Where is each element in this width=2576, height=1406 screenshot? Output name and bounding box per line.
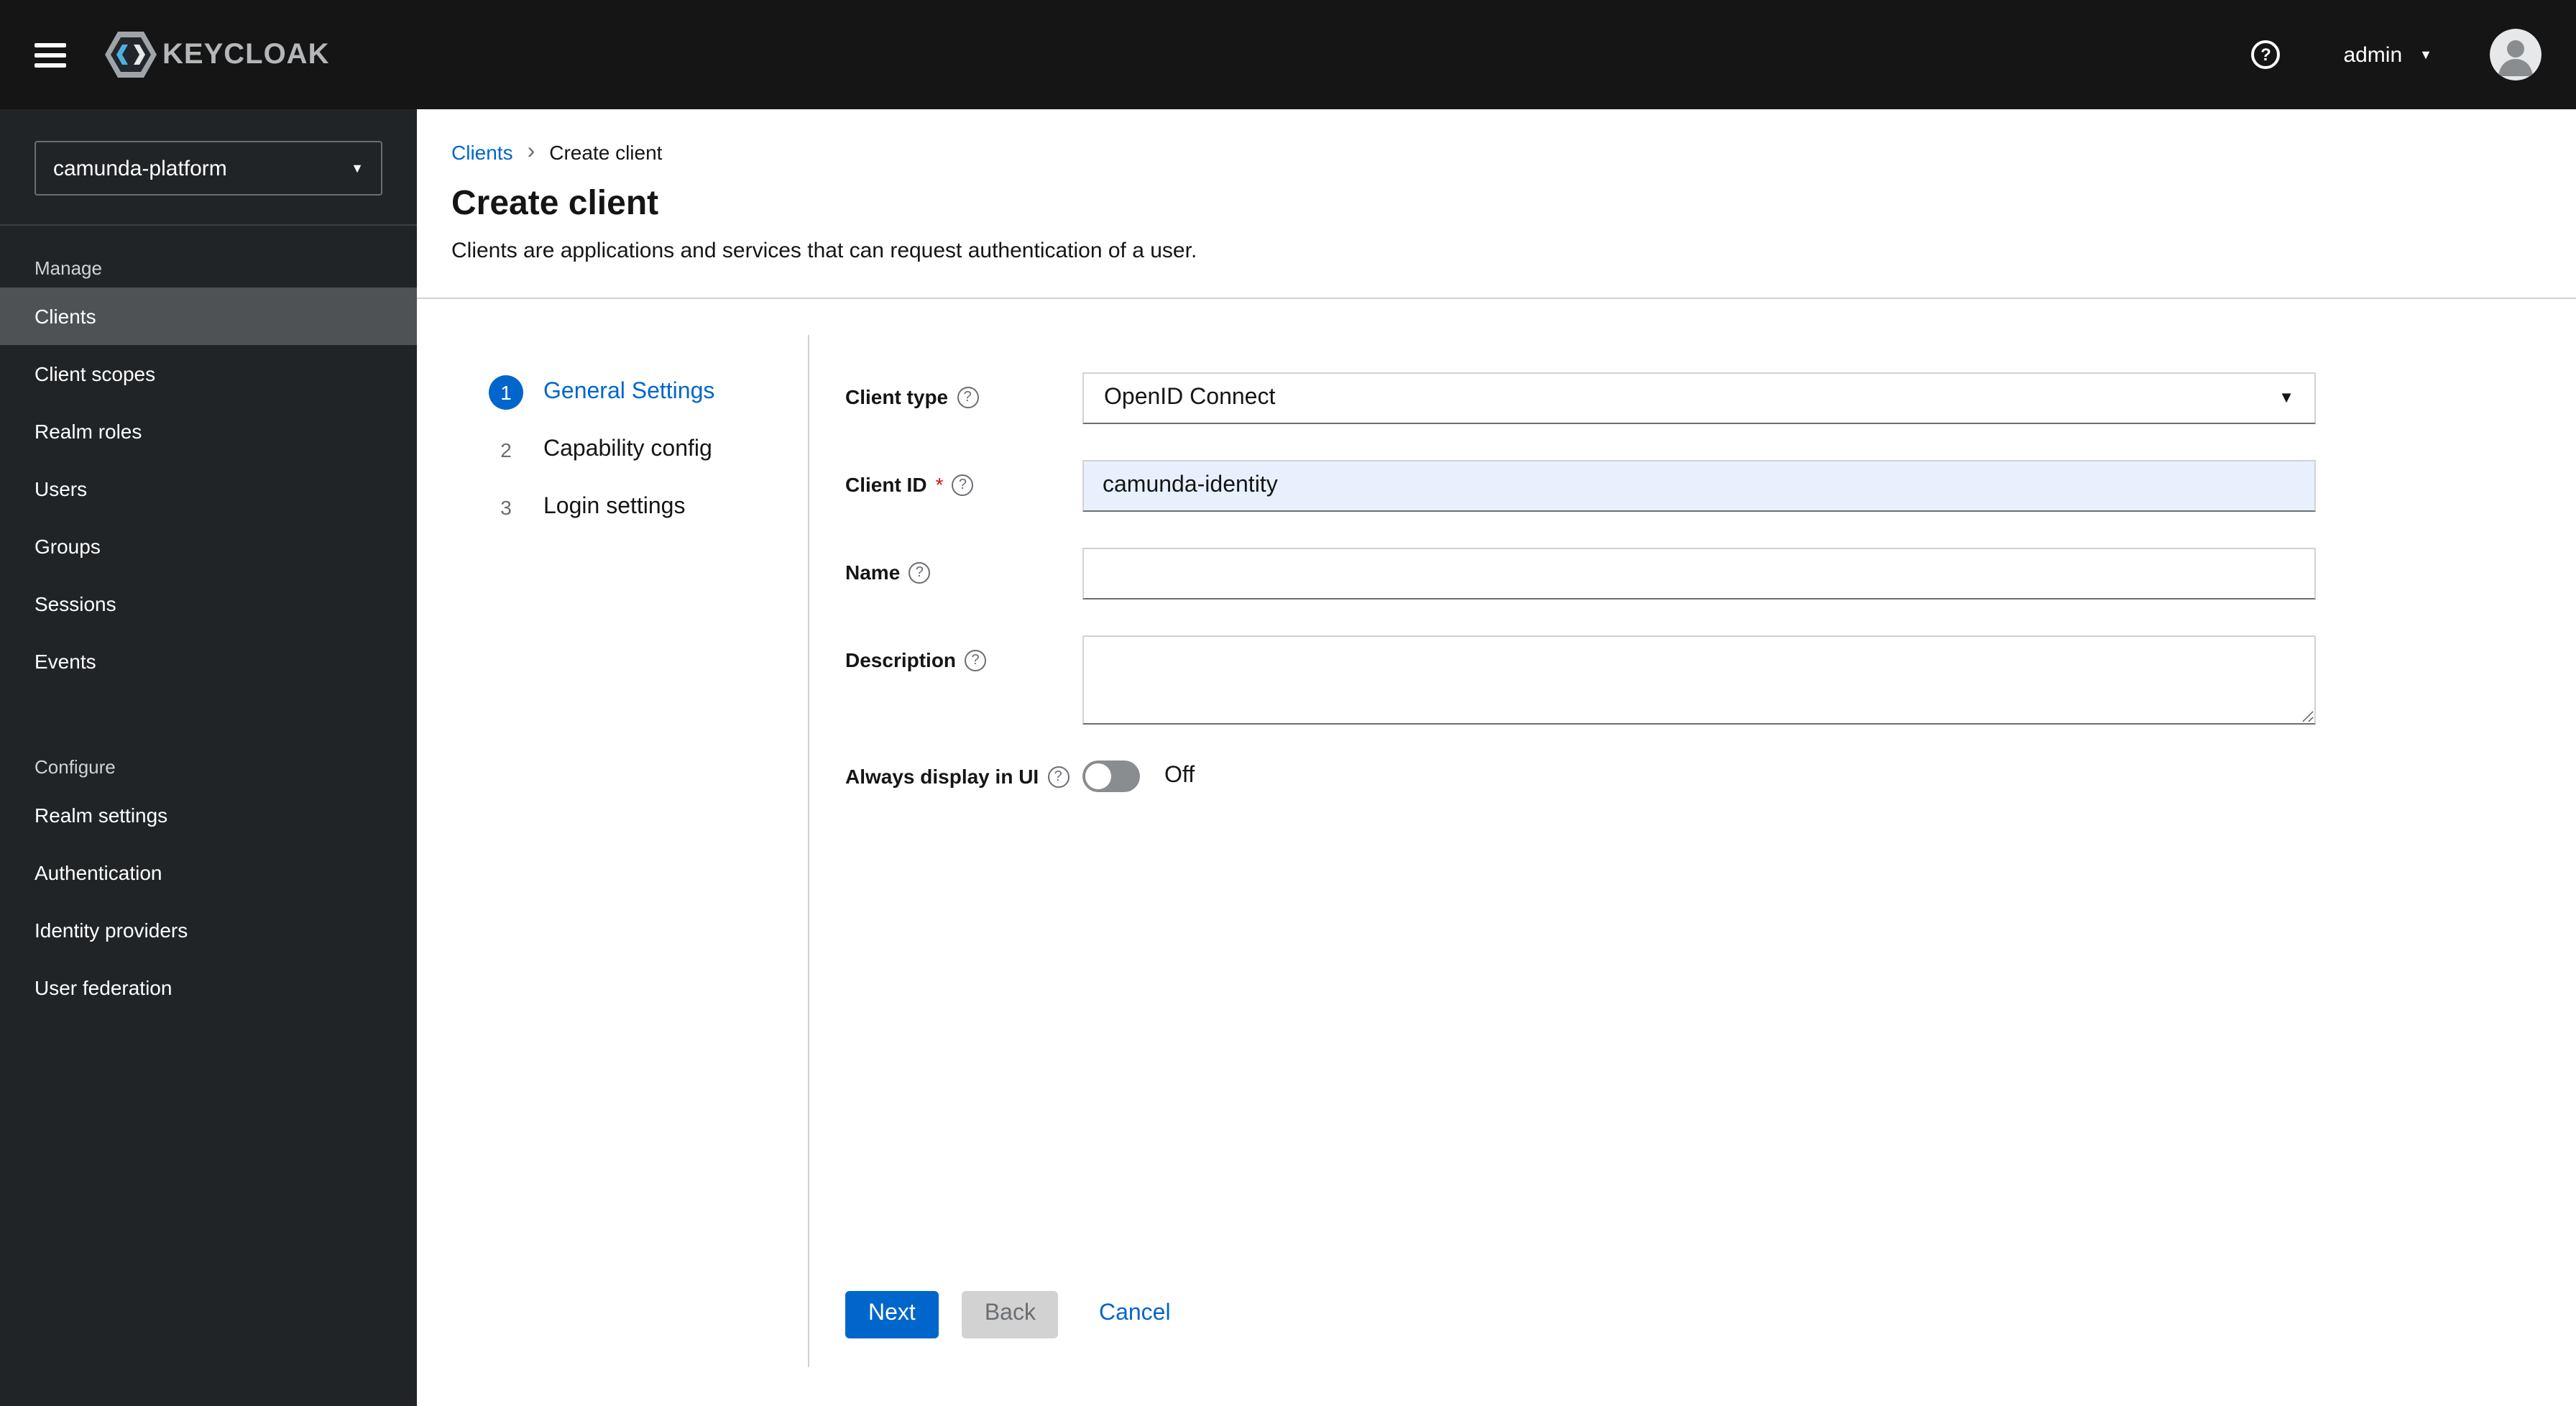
client-type-field: OpenID Connect ▼ xyxy=(1082,372,2316,424)
nav-section-title: Configure xyxy=(34,756,116,778)
masthead-right: ? admin ▼ xyxy=(2251,29,2542,81)
client-id-label: Client ID xyxy=(845,473,927,496)
realm-name: camunda-platform xyxy=(53,156,227,180)
realm-selector[interactable]: camunda-platform ▼ xyxy=(34,141,382,196)
help-icon[interactable]: ? xyxy=(1047,766,1070,788)
caret-down-icon: ▼ xyxy=(2278,390,2294,407)
user-menu[interactable]: admin ▼ xyxy=(2343,42,2432,67)
step-label: Login settings xyxy=(543,495,686,519)
client-id-input[interactable] xyxy=(1082,460,2316,512)
realm-selector-block: camunda-platform ▼ xyxy=(0,109,417,226)
help-icon[interactable]: ? xyxy=(952,474,974,496)
always-display-row: Always display in UI ? Off xyxy=(845,761,2576,792)
name-row: Name ? xyxy=(845,548,2576,599)
brand-wordmark: KEYCLOAK xyxy=(162,38,330,70)
step-number: 3 xyxy=(500,496,512,519)
breadcrumb-current: Create client xyxy=(549,141,663,164)
name-input[interactable] xyxy=(1082,548,2316,599)
nav-toggle-button[interactable] xyxy=(34,42,66,67)
toggle-state-label: Off xyxy=(1164,763,1195,788)
name-label: Name xyxy=(845,561,901,584)
caret-down-icon: ▼ xyxy=(2419,47,2432,61)
username: admin xyxy=(2343,42,2403,67)
wizard-step-capability-config[interactable]: 2 Capability config xyxy=(489,421,808,479)
required-asterisk: * xyxy=(935,473,944,496)
breadcrumb-clients-link[interactable]: Clients xyxy=(451,141,513,164)
user-avatar-icon xyxy=(2490,29,2542,81)
keycloak-logo: KEYCLOAK xyxy=(104,27,329,82)
name-field xyxy=(1082,548,2316,599)
keycloak-admin-console: KEYCLOAK ? admin ▼ camunda-platform ▼ Ma… xyxy=(0,0,2576,1406)
nav-section-configure: Configure Realm settings Authentication … xyxy=(0,725,417,1016)
always-display-label: Always display in UI xyxy=(845,764,1039,787)
back-button: Back xyxy=(961,1291,1059,1338)
page-title: Create client xyxy=(451,184,659,223)
next-button[interactable]: Next xyxy=(845,1291,939,1338)
breadcrumb: Clients › Create client xyxy=(451,132,2542,184)
sidebar-item-user-federation[interactable]: User federation xyxy=(0,959,417,1016)
step-label: Capability config xyxy=(543,437,712,461)
wizard-steps-nav: 1 General Settings 2 Capability config 3… xyxy=(417,335,809,1367)
avatar[interactable] xyxy=(2490,29,2542,81)
chevron-right-icon: › xyxy=(527,139,535,164)
main-layout: camunda-platform ▼ Manage Clients Client… xyxy=(0,109,2576,1406)
client-type-row: Client type ? OpenID Connect ▼ xyxy=(845,372,2576,424)
step-number: 2 xyxy=(500,438,512,461)
sidebar-item-sessions[interactable]: Sessions xyxy=(0,575,417,633)
wizard-actions: Next Back Cancel xyxy=(845,1291,2576,1338)
page-header: Clients › Create client Create client Cl… xyxy=(417,109,2576,298)
client-type-label: Client type xyxy=(845,385,949,408)
description-field xyxy=(1082,635,2316,725)
sidebar-item-authentication[interactable]: Authentication xyxy=(0,844,417,901)
help-icon[interactable]: ? xyxy=(965,650,987,671)
help-icon[interactable]: ? xyxy=(2251,40,2281,69)
sidebar-item-realm-roles[interactable]: Realm roles xyxy=(0,403,417,460)
cancel-button[interactable]: Cancel xyxy=(1076,1291,1194,1338)
name-label-cell: Name ? xyxy=(845,548,1082,599)
description-row: Description ? xyxy=(845,635,2576,725)
help-icon[interactable]: ? xyxy=(957,387,979,408)
always-display-toggle[interactable] xyxy=(1082,761,1140,792)
masthead: KEYCLOAK ? admin ▼ xyxy=(0,0,2576,109)
sidebar-item-groups[interactable]: Groups xyxy=(0,518,417,575)
sidebar-item-identity-providers[interactable]: Identity providers xyxy=(0,901,417,959)
help-glyph: ? xyxy=(2260,45,2271,65)
general-settings-form: Client type ? OpenID Connect ▼ Client ID… xyxy=(809,335,2576,1367)
sidebar-item-events[interactable]: Events xyxy=(0,633,417,690)
client-id-row: Client ID * ? xyxy=(845,460,2576,512)
description-textarea[interactable] xyxy=(1082,635,2316,725)
content-area: Clients › Create client Create client Cl… xyxy=(417,109,2576,1406)
always-display-label-cell: Always display in UI ? xyxy=(845,764,1082,789)
wizard-step-login-settings[interactable]: 3 Login settings xyxy=(489,479,808,536)
sidebar-item-client-scopes[interactable]: Client scopes xyxy=(0,345,417,403)
description-label: Description xyxy=(845,648,957,671)
wizard-step-general-settings[interactable]: 1 General Settings xyxy=(489,364,808,421)
client-type-select[interactable]: OpenID Connect ▼ xyxy=(1082,372,2316,424)
sidebar-item-clients[interactable]: Clients xyxy=(0,288,417,345)
keycloak-logo-icon xyxy=(105,32,157,78)
step-label: General Settings xyxy=(543,380,715,404)
sidebar-item-users[interactable]: Users xyxy=(0,460,417,518)
always-display-field: Off xyxy=(1082,761,2316,792)
nav-section-title: Manage xyxy=(34,257,102,279)
help-icon[interactable]: ? xyxy=(908,562,931,584)
client-id-field xyxy=(1082,460,2316,512)
sidebar-item-realm-settings[interactable]: Realm settings xyxy=(0,786,417,844)
client-type-label-cell: Client type ? xyxy=(845,372,1082,424)
caret-down-icon: ▼ xyxy=(351,160,364,175)
nav-section-manage: Manage Clients Client scopes Realm roles… xyxy=(0,226,417,690)
sidebar: camunda-platform ▼ Manage Clients Client… xyxy=(0,109,417,1406)
toggle-knob xyxy=(1085,763,1111,789)
page-subtitle: Clients are applications and services th… xyxy=(451,239,1197,263)
create-client-wizard: 1 General Settings 2 Capability config 3… xyxy=(417,299,2576,1406)
step-number: 1 xyxy=(489,375,523,410)
client-type-selected-value: OpenID Connect xyxy=(1104,385,1276,410)
description-label-cell: Description ? xyxy=(845,635,1082,725)
client-id-label-cell: Client ID * ? xyxy=(845,460,1082,512)
